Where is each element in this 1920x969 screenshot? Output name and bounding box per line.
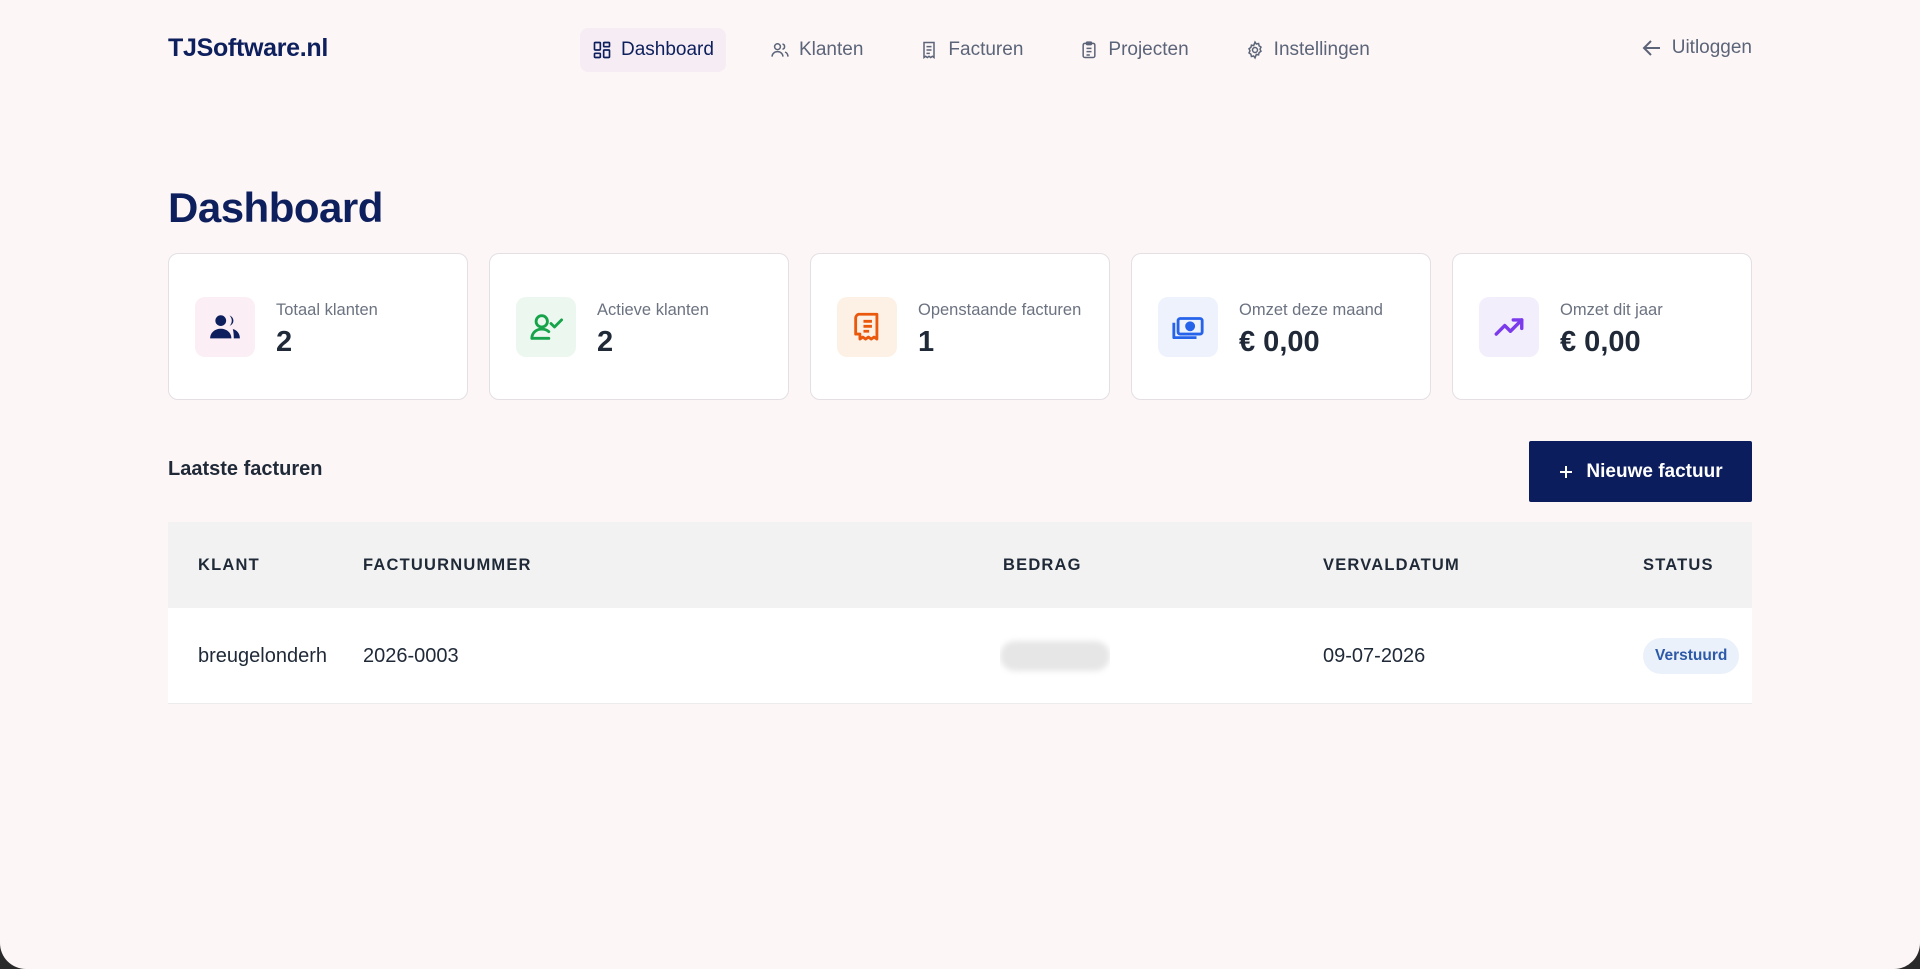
nav-item-label: Projecten [1108, 39, 1189, 60]
stat-value: 1 [918, 325, 935, 358]
receipt-icon [837, 296, 897, 357]
status-badge: Verstuurd [1643, 638, 1740, 674]
stat-card-total-clients: Totaal klanten 2 [168, 253, 468, 400]
stat-value: € 0,00 [1560, 325, 1641, 358]
users-icon [195, 296, 255, 357]
nav-item-instellingen[interactable]: Instellingen [1233, 28, 1382, 72]
nav-links: Dashboard Klanten Facturen Projecten Ins… [580, 28, 1382, 72]
app-window: TJSoftware.nl Dashboard Klanten Facturen… [0, 0, 1920, 969]
stat-card-revenue-year: Omzet dit jaar € 0,00 [1452, 253, 1752, 400]
top-nav: TJSoftware.nl Dashboard Klanten Facturen… [0, 0, 1920, 100]
gear-icon [1247, 40, 1262, 60]
cell-status: Verstuurd [1643, 608, 1740, 704]
stat-value: 2 [276, 325, 293, 358]
nav-item-label: Instellingen [1273, 39, 1370, 60]
table-header: KLANT FACTUURNUMMER BEDRAG VERVALDATUM S… [168, 522, 1752, 608]
logout-label: Uitloggen [1671, 37, 1752, 58]
amount-blurred [1000, 641, 1110, 671]
cell-amount [1000, 608, 1110, 704]
receipt-icon [923, 41, 936, 59]
dashboard-icon [593, 41, 611, 59]
stat-label: Actieve klanten [597, 300, 709, 319]
logout-button[interactable]: Uitloggen [1640, 36, 1752, 60]
plus-icon [1560, 465, 1573, 478]
users-icon [771, 43, 789, 57]
stat-value: € 0,00 [1239, 325, 1320, 358]
arrow-left-icon [1642, 40, 1660, 56]
new-invoice-button[interactable]: Nieuwe factuur [1529, 441, 1752, 502]
stat-card-active-clients: Actieve klanten 2 [489, 253, 789, 400]
latest-invoices-title: Laatste facturen [168, 458, 323, 480]
cash-icon [1158, 296, 1218, 357]
nav-item-facturen[interactable]: Facturen [907, 28, 1035, 72]
stat-label: Openstaande facturen [918, 300, 1082, 319]
invoices-table: KLANT FACTUURNUMMER BEDRAG VERVALDATUM S… [168, 522, 1752, 704]
stats-cards: Totaal klanten 2 Actieve klanten 2 Opens… [168, 253, 1752, 400]
column-header-bedrag[interactable]: BEDRAG [1003, 522, 1082, 608]
nav-item-label: Facturen [948, 39, 1024, 60]
user-check-icon [516, 296, 576, 357]
stat-card-open-invoices: Openstaande facturen 1 [810, 253, 1110, 400]
column-header-status[interactable]: STATUS [1643, 522, 1714, 608]
column-header-vervaldatum[interactable]: VERVALDATUM [1323, 522, 1460, 608]
clipboard-icon [1082, 41, 1096, 59]
cell-due-date: 09-07-2026 [1323, 644, 1426, 667]
table-row[interactable]: breugelonderh 2026-0003 09-07-2026 Verst… [168, 608, 1752, 704]
column-header-factuurnummer[interactable]: FACTUURNUMMER [363, 522, 532, 608]
stat-card-revenue-month: Omzet deze maand € 0,00 [1131, 253, 1431, 400]
nav-item-label: Klanten [798, 39, 864, 60]
nav-item-klanten[interactable]: Klanten [758, 28, 875, 72]
page-title: Dashboard [168, 184, 383, 231]
stat-label: Omzet dit jaar [1560, 300, 1663, 319]
nav-item-dashboard[interactable]: Dashboard [580, 28, 726, 72]
trend-up-icon [1479, 296, 1539, 357]
cell-client: breugelonderh [198, 644, 327, 667]
nav-item-projecten[interactable]: Projecten [1067, 28, 1200, 72]
column-header-klant[interactable]: KLANT [198, 522, 260, 608]
cell-invoice-number: 2026-0003 [363, 644, 459, 667]
stat-label: Totaal klanten [276, 300, 378, 319]
nav-item-label: Dashboard [621, 39, 714, 60]
brand-logo[interactable]: TJSoftware.nl [168, 34, 328, 63]
stat-label: Omzet deze maand [1239, 300, 1383, 319]
stat-value: 2 [597, 325, 614, 358]
new-invoice-label: Nieuwe factuur [1586, 460, 1723, 482]
